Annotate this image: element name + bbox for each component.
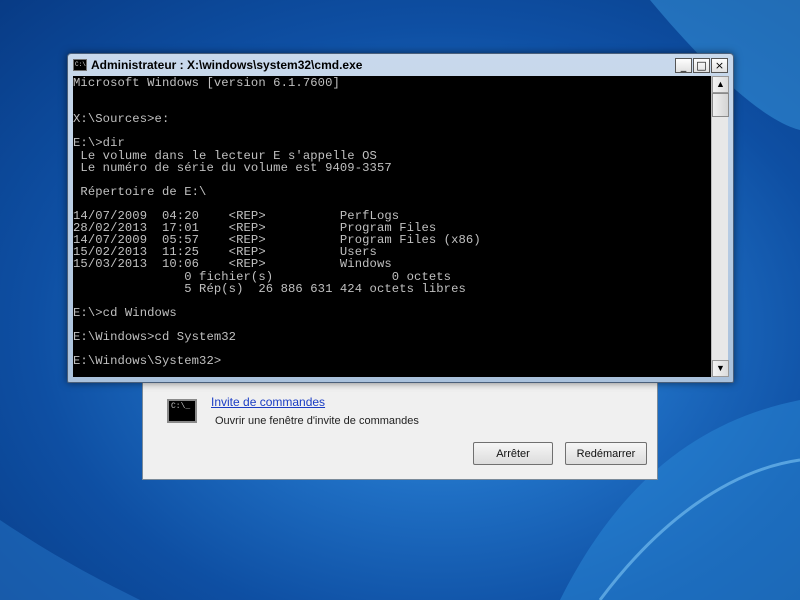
window-controls: _ □ × <box>675 58 728 73</box>
console-line: E:\Windows>cd System32 <box>73 329 237 344</box>
cmd-window: C:\ Administrateur : X:\windows\system32… <box>67 53 734 383</box>
scrollbar-thumb[interactable] <box>712 93 729 117</box>
vertical-scrollbar[interactable]: ▲ ▼ <box>711 76 729 377</box>
console-line: Microsoft Windows [version 6.1.7600] <box>73 76 340 90</box>
console-area[interactable]: Microsoft Windows [version 6.1.7600] X:\S… <box>73 76 711 377</box>
window-title: Administrateur : X:\windows\system32\cmd… <box>91 58 363 72</box>
console-line: E:\>dir <box>73 136 125 151</box>
console-line: 0 fichier(s) 0 octets <box>73 269 452 284</box>
console-line: X:\Sources>e: <box>73 112 170 127</box>
scroll-up-button[interactable]: ▲ <box>712 76 729 93</box>
scroll-down-button[interactable]: ▼ <box>712 360 729 377</box>
restart-button[interactable]: Redémarrer <box>565 442 647 465</box>
maximize-button[interactable]: □ <box>693 58 710 73</box>
console-line: 5 Rép(s) 26 886 631 424 octets libres <box>73 281 466 296</box>
window-titlebar[interactable]: C:\ Administrateur : X:\windows\system32… <box>68 54 733 76</box>
minimize-button[interactable]: _ <box>675 58 692 73</box>
close-button[interactable]: × <box>711 58 728 73</box>
command-prompt-link[interactable]: Invite de commandes <box>211 395 325 409</box>
console-line: Le numéro de série du volume est 9409-33… <box>73 160 392 175</box>
console-line: E:\>cd Windows <box>73 305 177 320</box>
command-prompt-icon: C:\_ <box>167 399 197 423</box>
command-prompt-description: Ouvrir une fenêtre d'invite de commandes <box>215 415 419 427</box>
console-line: E:\Windows\System32> <box>73 354 222 369</box>
console-line: Le volume dans le lecteur E s'appelle OS <box>73 148 377 163</box>
console-icon[interactable]: C:\ <box>73 59 87 71</box>
console-output: Microsoft Windows [version 6.1.7600] X:\S… <box>73 76 711 367</box>
console-line: 15/03/2013 10:06 <REP> Windows <box>73 257 392 272</box>
shutdown-button[interactable]: Arrêter <box>473 442 553 465</box>
console-line: Répertoire de E:\ <box>73 184 207 199</box>
